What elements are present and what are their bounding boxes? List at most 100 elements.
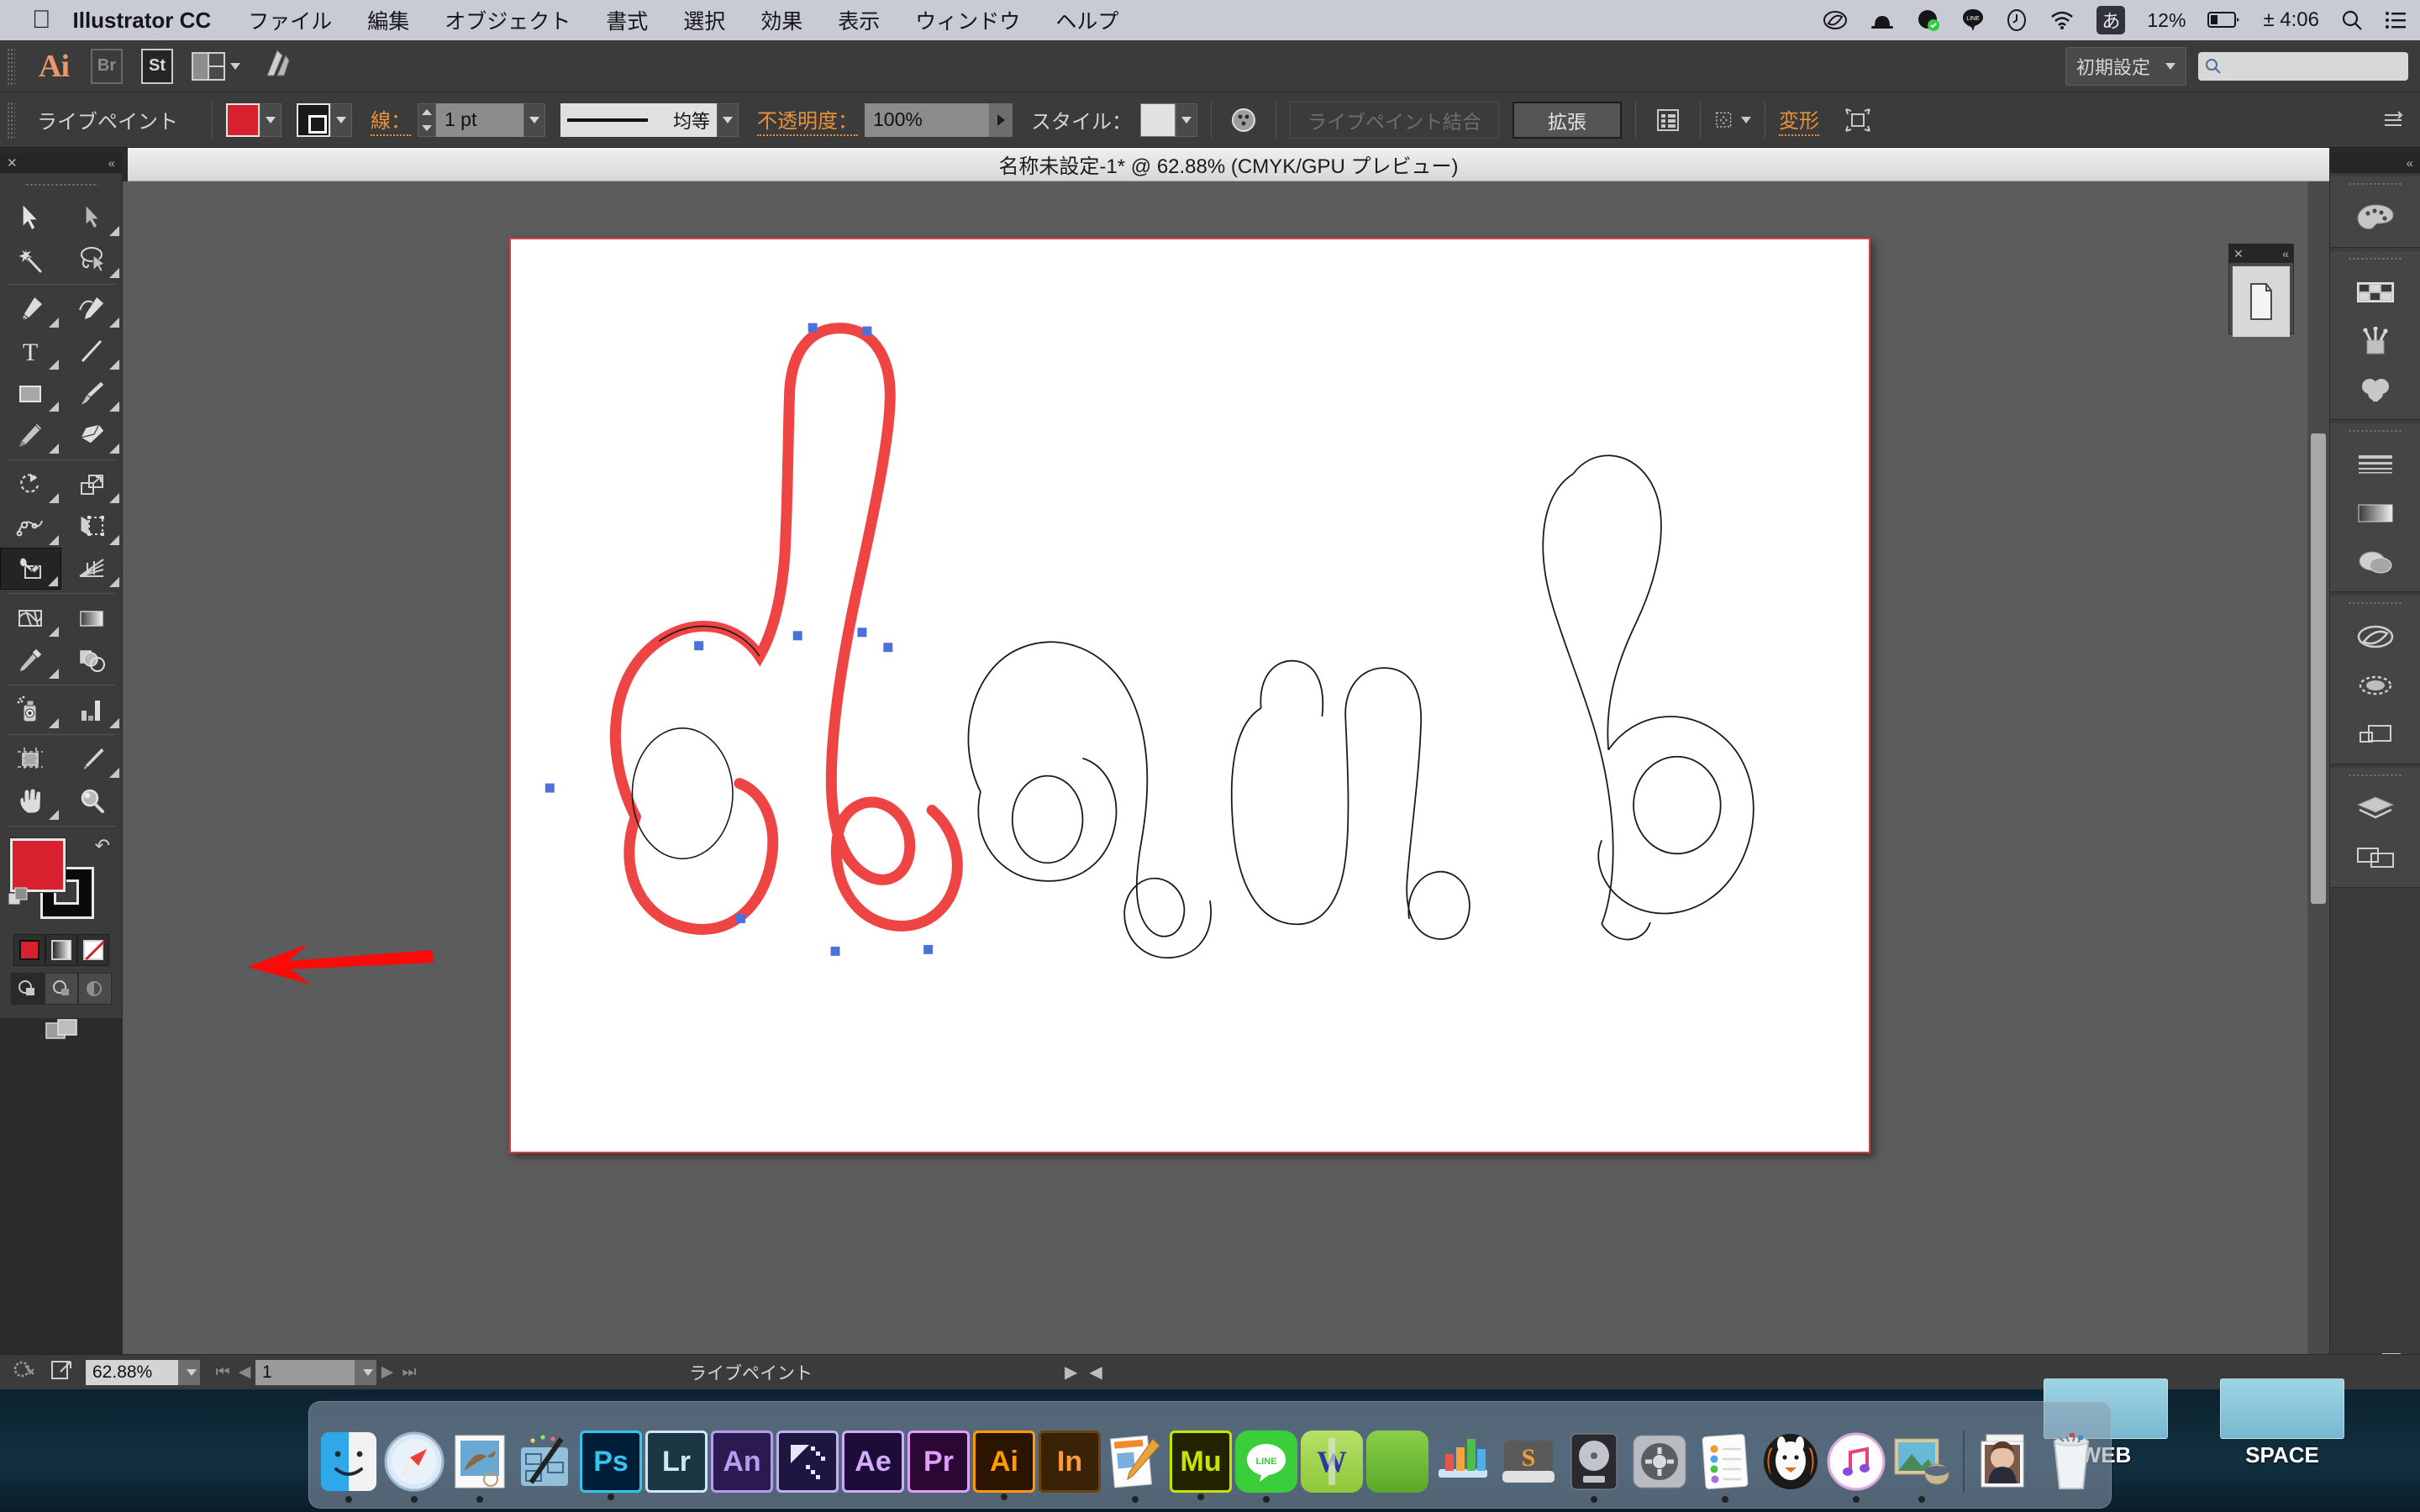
- toolbar-fill-swatch[interactable]: [9, 837, 66, 893]
- appearance-panel-icon[interactable]: [2330, 661, 2420, 710]
- stroke-profile-select[interactable]: 均等: [560, 102, 717, 137]
- fill-color-control[interactable]: [226, 102, 281, 137]
- dock-item-fireworks[interactable]: [776, 1431, 839, 1493]
- stroke-swatch[interactable]: [297, 102, 330, 137]
- tools-panel-grip[interactable]: [24, 176, 98, 194]
- rotate-tool[interactable]: [0, 464, 61, 506]
- gradient-tool[interactable]: [61, 597, 123, 639]
- menu-item-help[interactable]: ヘルプ: [1055, 5, 1118, 35]
- apple-icon[interactable]: : [32, 8, 51, 33]
- prev-artboard-button[interactable]: ◀: [234, 1360, 255, 1385]
- symbols-panel-icon[interactable]: [2330, 365, 2420, 414]
- transparency-panel-icon[interactable]: [2330, 538, 2420, 586]
- gradient-panel-icon[interactable]: [2330, 489, 2420, 538]
- dock-item-photos[interactable]: [1891, 1431, 1953, 1493]
- dock-item-numbers[interactable]: [1432, 1431, 1494, 1493]
- close-panel-icon[interactable]: ✕: [7, 155, 18, 171]
- last-artboard-button[interactable]: ⏭: [398, 1360, 420, 1385]
- eyedropper-tool[interactable]: [0, 639, 61, 681]
- collapse-panel-icon[interactable]: «: [108, 156, 115, 171]
- menu-item-select[interactable]: 選択: [683, 5, 725, 35]
- perspective-grid-tool[interactable]: [61, 548, 123, 590]
- stroke-dropdown[interactable]: [330, 102, 352, 137]
- workspace-switcher[interactable]: 初期設定: [2065, 46, 2186, 86]
- letter-u[interactable]: [1230, 659, 1470, 940]
- ime-indicator[interactable]: あ: [2096, 6, 2126, 34]
- opacity-label[interactable]: 不透明度：: [757, 104, 858, 136]
- dock-item-photo-stack[interactable]: [1975, 1431, 2037, 1493]
- scale-tool[interactable]: [61, 464, 123, 506]
- dock-item-winzip[interactable]: W: [1301, 1431, 1363, 1493]
- document-canvas[interactable]: [123, 181, 2329, 1389]
- width-tool[interactable]: [0, 506, 61, 548]
- opacity-input[interactable]: 100%: [865, 102, 989, 137]
- dock-item-superduper[interactable]: S: [1497, 1431, 1560, 1493]
- draw-behind[interactable]: [44, 973, 78, 1005]
- artboard-dropdown[interactable]: [355, 1359, 376, 1385]
- clock-icon[interactable]: [2006, 8, 2028, 32]
- expand-button[interactable]: 拡張: [1512, 101, 1622, 139]
- dock-item-logic[interactable]: [1563, 1431, 1625, 1493]
- dock-item-illustrator[interactable]: Ai: [973, 1431, 1035, 1493]
- dock-item-omnigraffle[interactable]: [514, 1431, 576, 1493]
- curvature-tool[interactable]: [61, 288, 123, 330]
- letter-d-selected[interactable]: [544, 323, 963, 956]
- select-similar-icon[interactable]: [1714, 102, 1751, 139]
- menu-item-effect[interactable]: 効果: [760, 5, 802, 35]
- menu-item-file[interactable]: ファイル: [248, 5, 332, 35]
- status-expand-arrow[interactable]: ▶: [1065, 1362, 1077, 1383]
- dock-item-animate[interactable]: An: [711, 1431, 773, 1493]
- paintbrush-tool[interactable]: [61, 372, 123, 414]
- stroke-panel-icon[interactable]: [2330, 440, 2420, 489]
- none-button[interactable]: [76, 934, 109, 966]
- menu-item-window[interactable]: ウィンドウ: [915, 5, 1020, 35]
- dock-item-itunes[interactable]: [1825, 1431, 1887, 1493]
- menu-item-view[interactable]: 表示: [838, 5, 880, 35]
- status-collapse-arrow[interactable]: ◀: [1089, 1362, 1102, 1383]
- scanner-icon[interactable]: [1870, 11, 1895, 29]
- collapse-icon[interactable]: «: [2282, 247, 2289, 260]
- arrange-documents-icon[interactable]: [192, 51, 240, 81]
- appbar-grip[interactable]: [7, 47, 15, 85]
- symbol-sprayer-tool[interactable]: [0, 689, 61, 731]
- align-panel-icon[interactable]: [1649, 102, 1686, 139]
- artboard-mini-panel[interactable]: ✕ «: [2228, 244, 2294, 337]
- preflight-icon[interactable]: [12, 1358, 37, 1386]
- menu-app-name[interactable]: Illustrator CC: [73, 8, 212, 34]
- dock-item-pages[interactable]: [1104, 1431, 1166, 1493]
- menu-item-edit[interactable]: 編集: [367, 5, 409, 35]
- artboard[interactable]: [509, 238, 1870, 1153]
- color-panel-icon[interactable]: [2330, 193, 2420, 242]
- help-search-input[interactable]: [2198, 51, 2408, 81]
- fill-dropdown[interactable]: [260, 102, 281, 137]
- dock-item-indesign[interactable]: In: [1039, 1431, 1101, 1493]
- swap-fill-stroke-icon[interactable]: ↶: [95, 835, 110, 857]
- stroke-color-control[interactable]: [297, 102, 352, 137]
- direct-selection-tool[interactable]: [61, 197, 123, 239]
- dropbox-sync-icon[interactable]: [1917, 8, 1940, 32]
- live-paint-merge-button[interactable]: ライブペイント結合: [1290, 101, 1499, 139]
- dock-item-mamp[interactable]: [1760, 1431, 1822, 1493]
- share-document-icon[interactable]: [49, 1358, 72, 1386]
- default-fill-stroke-icon[interactable]: [8, 887, 30, 909]
- group-grip[interactable]: [2349, 423, 2402, 438]
- transform-label[interactable]: 変形: [1779, 104, 1819, 136]
- hand-tool[interactable]: [0, 780, 61, 822]
- first-artboard-button[interactable]: ⏮: [212, 1360, 234, 1385]
- isolate-selected-icon[interactable]: [1839, 102, 1876, 139]
- fill-swatch[interactable]: [226, 102, 260, 137]
- stroke-profile-dropdown[interactable]: [717, 102, 739, 137]
- wifi-icon[interactable]: [2049, 10, 2075, 30]
- opacity-dropdown[interactable]: [989, 102, 1013, 137]
- spotlight-search-icon[interactable]: [2341, 9, 2363, 31]
- draw-inside[interactable]: [77, 973, 112, 1005]
- group-grip[interactable]: [2349, 768, 2402, 783]
- recolor-artwork-icon[interactable]: [1225, 102, 1262, 139]
- graphic-style-dropdown[interactable]: [1176, 102, 1197, 137]
- letter-a[interactable]: [967, 641, 1212, 959]
- pencil-tool[interactable]: [0, 414, 61, 456]
- draw-normal[interactable]: [10, 973, 45, 1005]
- dock-item-keynote[interactable]: [1366, 1431, 1428, 1493]
- vertical-scroll-thumb[interactable]: [2311, 433, 2326, 904]
- artboard-tool[interactable]: [0, 738, 61, 780]
